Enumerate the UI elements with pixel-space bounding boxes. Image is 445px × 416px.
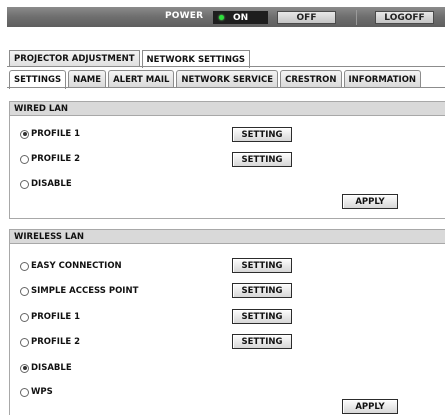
wired-profile-1-setting-button[interactable]: SETTING [232,127,292,142]
power-off-button[interactable]: OFF [277,11,336,24]
divider [7,66,445,67]
option-label: PROFILE 2 [31,154,81,164]
radio-button[interactable] [20,129,29,139]
radio-button[interactable] [20,261,29,271]
tab-alert-mail[interactable]: ALERT MAIL [108,70,175,88]
option-label: PROFILE 1 [31,312,81,322]
wired-lan-title: WIRED LAN [10,102,445,116]
wireless-disable-option[interactable]: DISABLE [20,363,72,373]
power-indicator-icon [219,15,224,20]
power-on-label: ON [233,12,249,23]
option-label: EASY CONNECTION [31,261,122,271]
tab-crestron[interactable]: CRESTRON [280,70,342,88]
radio-button[interactable] [20,154,29,164]
wired-disable-option[interactable]: DISABLE [20,179,72,189]
radio-button[interactable] [20,387,29,397]
option-label: SIMPLE ACCESS POINT [31,286,139,296]
wireless-simple-access-point-option[interactable]: SIMPLE ACCESS POINT [20,286,138,296]
tab-network-service[interactable]: NETWORK SERVICE [176,70,279,88]
option-label: WPS [31,387,53,397]
wired-profile-1-option[interactable]: PROFILE 1 [20,129,80,139]
main-tabs: PROJECTOR ADJUSTMENT NETWORK SETTINGS [9,50,252,68]
wireless-lan-panel: WIRELESS LAN EASY CONNECTION SETTING SIM… [9,229,445,415]
option-label: PROFILE 1 [31,129,81,139]
power-on-button[interactable]: ON [213,11,268,24]
tab-projector-adjustment[interactable]: PROJECTOR ADJUSTMENT [9,50,140,67]
wired-apply-button[interactable]: APPLY [342,194,398,209]
tab-information[interactable]: INFORMATION [343,70,422,88]
simple-access-point-setting-button[interactable]: SETTING [232,283,292,298]
option-label: PROFILE 2 [31,337,81,347]
radio-button[interactable] [20,337,29,347]
logoff-label: LOGOFF [384,12,425,23]
tab-name[interactable]: NAME [68,70,107,88]
radio-button[interactable] [20,286,29,296]
wired-lan-panel: WIRED LAN PROFILE 1 SETTING PROFILE 2 SE… [9,101,445,219]
wireless-profile-2-setting-button[interactable]: SETTING [232,334,292,349]
radio-button[interactable] [20,363,29,373]
option-label: DISABLE [31,363,72,373]
option-label: DISABLE [31,179,72,189]
power-bar: POWER ON OFF LOGOFF [7,7,445,27]
wired-profile-2-setting-button[interactable]: SETTING [232,152,292,167]
power-off-label: OFF [296,12,317,23]
easy-connection-setting-button[interactable]: SETTING [232,258,292,273]
radio-button[interactable] [20,179,29,189]
wireless-profile-1-option[interactable]: PROFILE 1 [20,312,80,322]
divider [356,10,357,25]
wireless-wps-option[interactable]: WPS [20,387,53,397]
divider [7,87,445,88]
wired-profile-2-option[interactable]: PROFILE 2 [20,154,80,164]
logoff-button[interactable]: LOGOFF [375,11,434,24]
wireless-apply-button[interactable]: APPLY [342,399,398,414]
radio-button[interactable] [20,312,29,322]
wireless-profile-1-setting-button[interactable]: SETTING [232,309,292,324]
wireless-easy-connection-option[interactable]: EASY CONNECTION [20,261,122,271]
wireless-profile-2-option[interactable]: PROFILE 2 [20,337,80,347]
power-label: POWER [165,11,204,21]
wireless-lan-title: WIRELESS LAN [10,230,445,244]
sub-tabs: SETTINGS NAME ALERT MAIL NETWORK SERVICE… [9,70,423,89]
